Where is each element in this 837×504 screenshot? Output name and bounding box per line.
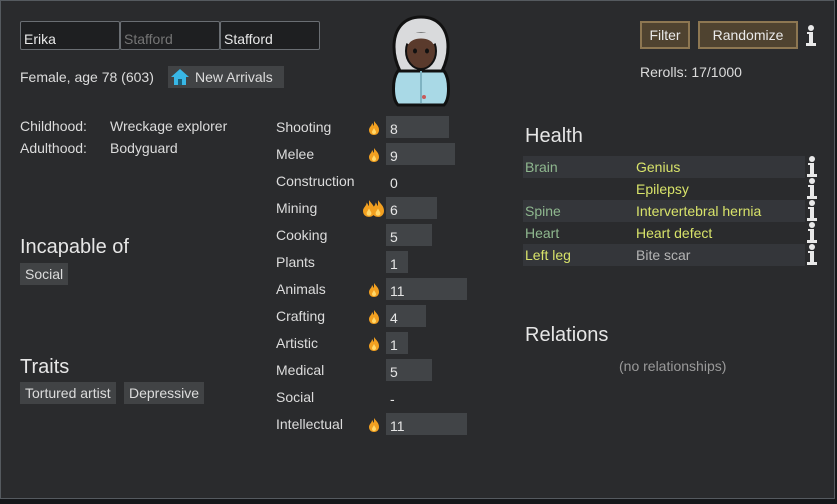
skill-level: 11 (390, 283, 405, 299)
health-condition: Epilepsy (636, 181, 689, 197)
skill-name: Plants (276, 254, 315, 270)
skill-level: 1 (390, 256, 398, 272)
skill-level: 5 (390, 229, 398, 245)
passion-flame-icon (369, 337, 379, 356)
pawn-portrait (392, 15, 450, 107)
skill-level: 0 (390, 175, 398, 191)
rerolls-counter: Rerolls: 17/1000 (640, 64, 742, 80)
trait-depressive[interactable]: Depressive (124, 382, 205, 404)
skill-level: 5 (390, 364, 398, 380)
character-creation-panel: Female, age 78 (603) New Arrivals Filter… (0, 0, 835, 499)
relations-title: Relations (525, 324, 609, 346)
filter-button[interactable]: Filter (640, 21, 690, 49)
major-passion-flame-icon (363, 200, 384, 222)
skill-name: Construction (276, 173, 355, 189)
health-condition: Bite scar (636, 247, 691, 263)
home-icon (171, 69, 189, 85)
skill-level: 8 (390, 121, 398, 137)
traits-title: Traits (20, 356, 70, 378)
health-condition: Intervertebral hernia (636, 203, 762, 219)
skill-level: 1 (390, 337, 398, 353)
passion-flame-icon (369, 418, 379, 437)
skill-name: Cooking (276, 227, 328, 243)
adulthood-label: Adulthood: (20, 140, 87, 156)
skill-name: Medical (276, 362, 325, 378)
health-condition: Genius (636, 159, 681, 175)
skill-level: 6 (390, 202, 398, 218)
info-icon[interactable] (807, 156, 817, 178)
skill-name: Intellectual (276, 416, 343, 432)
first-name-field[interactable] (20, 21, 120, 50)
skill-name: Mining (276, 200, 318, 216)
skill-level: 11 (390, 418, 405, 434)
faction-label: New Arrivals (195, 69, 273, 85)
randomize-button[interactable]: Randomize (698, 21, 798, 49)
skill-name: Social (276, 389, 315, 405)
last-name-field[interactable] (220, 21, 320, 50)
health-title: Health (525, 125, 583, 147)
trait-tortured-artist[interactable]: Tortured artist (20, 382, 116, 404)
info-icon[interactable] (807, 244, 817, 266)
passion-flame-icon (369, 121, 379, 140)
incapable-title: Incapable of (20, 236, 129, 258)
skill-name: Melee (276, 146, 315, 162)
info-icon[interactable] (806, 25, 816, 47)
nickname-field[interactable] (120, 21, 220, 50)
adulthood-backstory[interactable]: Bodyguard (110, 140, 178, 156)
skill-name: Crafting (276, 308, 326, 324)
info-icon[interactable] (807, 178, 817, 200)
relations-empty-text: (no relationships) (619, 358, 727, 374)
passion-flame-icon (369, 148, 379, 167)
skill-name: Animals (276, 281, 326, 297)
skill-level: 4 (390, 310, 398, 326)
skill-name: Artistic (276, 335, 318, 351)
childhood-label: Childhood: (20, 118, 87, 134)
health-body-part: Spine (525, 203, 561, 219)
passion-flame-icon (369, 310, 379, 329)
skill-name: Shooting (276, 119, 332, 135)
incapable-item[interactable]: Social (20, 263, 69, 285)
health-body-part: Heart (525, 225, 560, 241)
childhood-backstory[interactable]: Wreckage explorer (110, 118, 227, 134)
health-condition: Heart defect (636, 225, 713, 241)
health-body-part: Left leg (525, 247, 571, 263)
skill-level: - (390, 391, 395, 407)
health-body-part: Brain (525, 159, 558, 175)
faction-button[interactable]: New Arrivals (168, 66, 284, 88)
info-icon[interactable] (807, 200, 817, 222)
passion-flame-icon (369, 283, 379, 302)
pawn-summary: Female, age 78 (603) (20, 69, 154, 85)
info-icon[interactable] (807, 222, 817, 244)
skill-level: 9 (390, 148, 398, 164)
